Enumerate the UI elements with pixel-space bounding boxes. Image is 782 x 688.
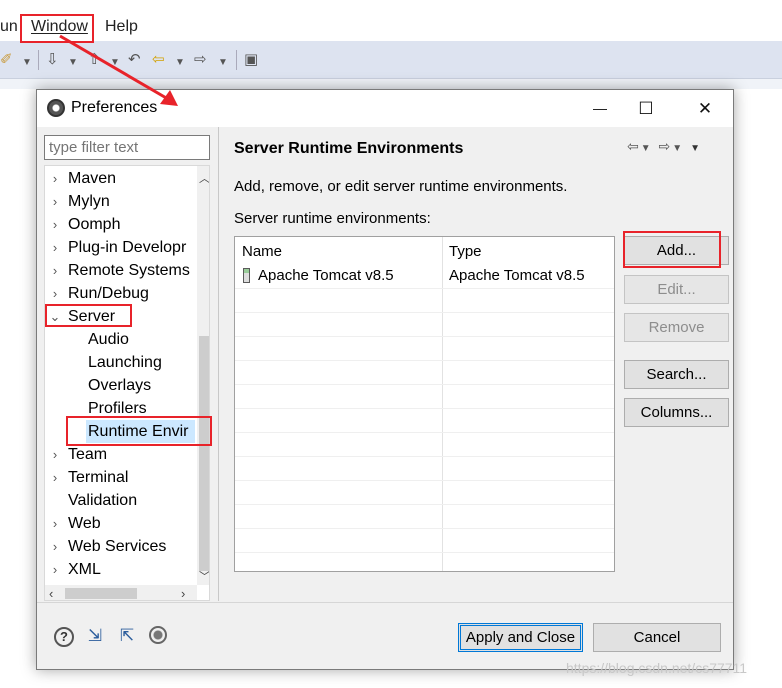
watermark: https://blog.csdn.net/cs77711 <box>566 660 748 676</box>
annotation-arrow <box>59 34 178 106</box>
screenshot: un Window Help ✐ ▼ ⇩ ▼ ⇧ ▼ ↶ ⇦ ▼ ⇨ ▼ ▣ P… <box>0 0 782 688</box>
